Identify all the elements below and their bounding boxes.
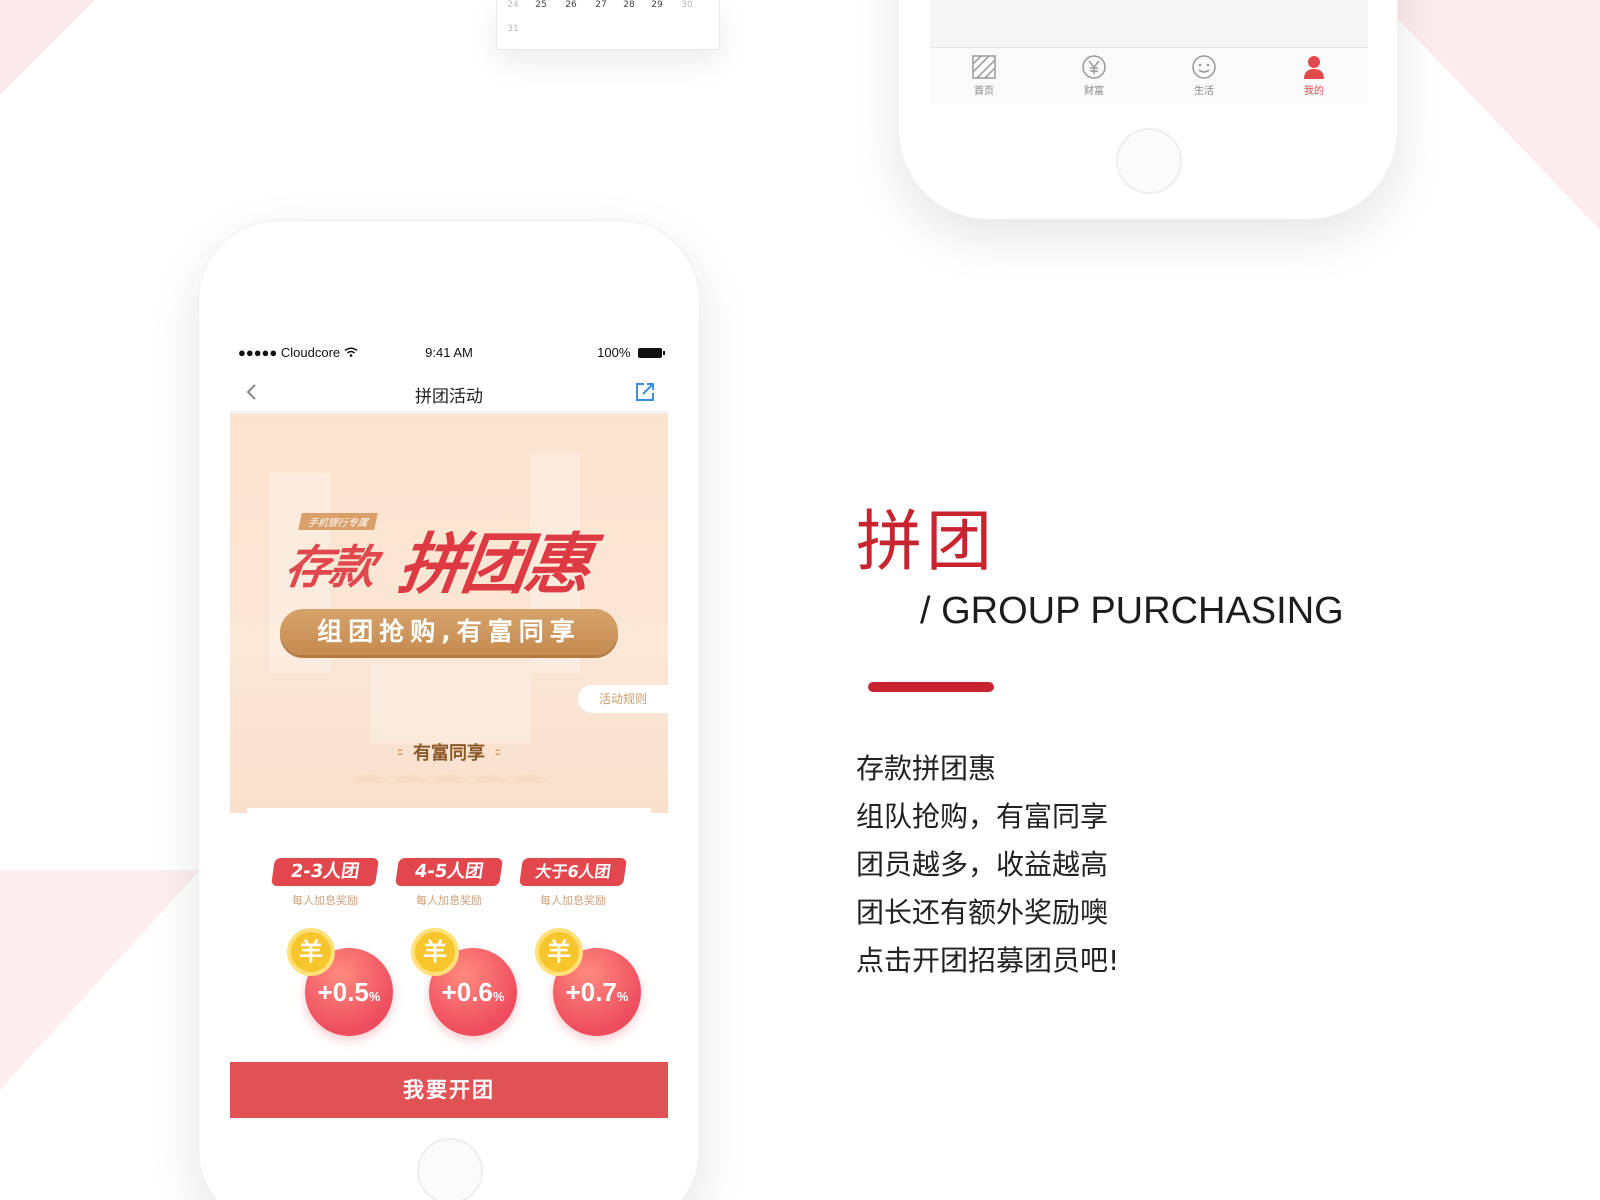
calendar-day[interactable]: 27 <box>591 0 611 10</box>
tier-label: 2-3人团 <box>271 858 379 886</box>
description-line: 组队抢购，有富同享 <box>856 800 1109 833</box>
promo-banner: 手机银行专属 存款 拼团惠 组团抢购,有富同享 活动规则 ⹀ 有富同享 ⹀ <box>230 413 668 813</box>
title-ornament-left: ⹀ <box>397 743 403 764</box>
bg-triangle-top-left <box>0 0 95 95</box>
bg-triangle-bottom-left <box>0 870 200 1090</box>
tab-bar: 首页 财富 生活 我的 <box>930 47 1368 104</box>
calendar-day[interactable]: 28 <box>619 0 639 10</box>
home-button-main <box>417 1138 483 1200</box>
rate-value: +0.6 <box>441 977 493 1007</box>
calendar-day[interactable]: 31 <box>503 24 523 34</box>
home-icon <box>972 55 996 79</box>
smile-icon <box>1192 55 1216 79</box>
calendar-day[interactable]: 24 <box>503 0 523 10</box>
rate-unit: % <box>492 989 505 1004</box>
tab-label: 财富 <box>1084 86 1104 97</box>
start-group-button[interactable]: 我要开团 <box>230 1062 668 1118</box>
calendar-card: 24 25 26 27 28 29 30 31 <box>496 0 720 50</box>
battery-indicator: 100% <box>597 345 665 360</box>
tab-label: 生活 <box>1194 86 1214 97</box>
tab-label: 我的 <box>1304 86 1324 97</box>
tier-card[interactable]: 大于6人团 每人加息奖励 +0.7% 羊 <box>515 808 641 1056</box>
tier-card[interactable]: 4-5人团 每人加息奖励 +0.6% 羊 <box>391 808 517 1056</box>
bg-triangle-top-right <box>1380 0 1600 230</box>
page-title: 拼团活动 <box>415 387 483 407</box>
calendar-day[interactable]: 30 <box>677 0 697 10</box>
tab-wealth[interactable]: 财富 <box>1064 54 1124 97</box>
rate-value: +0.7 <box>565 977 617 1007</box>
cloud-ornament <box>350 774 550 783</box>
tab-mine[interactable]: 我的 <box>1284 54 1344 97</box>
feature-heading-en: / GROUP PURCHASING <box>920 590 1344 632</box>
tab-life[interactable]: 生活 <box>1174 54 1234 97</box>
nav-bar: 拼团活动 <box>230 372 668 412</box>
description-line: 存款拼团惠 <box>856 752 997 785</box>
battery-percent: 100% <box>597 345 631 360</box>
tier-card[interactable]: 2-3人团 每人加息奖励 +0.5% 羊 <box>267 808 393 1056</box>
main-phone-screen: ●●●●● Cloudcore 9:41 AM 100% 拼团活动 手机银行专属… <box>230 332 668 1118</box>
yuan-coin-icon: 羊 <box>411 928 459 976</box>
battery-icon <box>638 348 665 358</box>
yuan-coin-icon: 羊 <box>535 928 583 976</box>
rate-value: +0.5 <box>317 977 369 1007</box>
home-button-top <box>1116 128 1182 194</box>
status-bar: ●●●●● Cloudcore 9:41 AM 100% <box>230 332 668 372</box>
share-icon[interactable] <box>634 381 656 403</box>
calendar-day[interactable]: 29 <box>647 0 667 10</box>
hero-title-part2: 拼团惠 <box>393 526 594 603</box>
slogan-pill: 组团抢购,有富同享 <box>280 609 618 655</box>
description-line: 点击开团招募团员吧! <box>856 944 1120 977</box>
rate-unit: % <box>368 989 381 1004</box>
title-ornament-right: ⹀ <box>495 743 501 764</box>
yuan-icon <box>1082 55 1106 79</box>
exclusive-tag: 手机银行专属 <box>298 513 378 530</box>
tier-label: 4-5人团 <box>395 858 503 886</box>
section-title: ⹀ 有富同享 ⹀ <box>230 739 668 765</box>
bg-building <box>370 663 530 743</box>
calendar-day[interactable]: 26 <box>561 0 581 10</box>
tier-subtitle: 每人加息奖励 <box>416 894 482 907</box>
rate-unit: % <box>616 989 629 1004</box>
calendar-day[interactable]: 25 <box>531 0 551 10</box>
tab-label: 首页 <box>974 86 994 97</box>
tab-home[interactable]: 首页 <box>954 54 1014 97</box>
hero-title-part1: 存款 <box>281 540 378 594</box>
activity-rules-link[interactable]: 活动规则 <box>578 685 668 713</box>
person-icon <box>1304 56 1324 79</box>
description-line: 团长还有额外奖励噢 <box>856 896 1109 929</box>
tier-subtitle: 每人加息奖励 <box>540 894 606 907</box>
tier-subtitle: 每人加息奖励 <box>292 894 358 907</box>
description-line: 团员越多，收益越高 <box>856 848 1109 881</box>
yuan-coin-icon: 羊 <box>287 928 335 976</box>
section-title-text: 有富同享 <box>413 743 485 764</box>
feature-heading-cn: 拼团 <box>856 503 996 580</box>
tier-label: 大于6人团 <box>519 858 627 886</box>
tier-panel: 2-3人团 每人加息奖励 +0.5% 羊 4-5人团 每人加息奖励 +0.6% … <box>247 808 651 1056</box>
feature-description: 存款拼团惠 组队抢购，有富同享 团员越多，收益越高 团长还有额外奖励噢 点击开团… <box>856 745 1119 985</box>
heading-underline <box>868 682 994 692</box>
